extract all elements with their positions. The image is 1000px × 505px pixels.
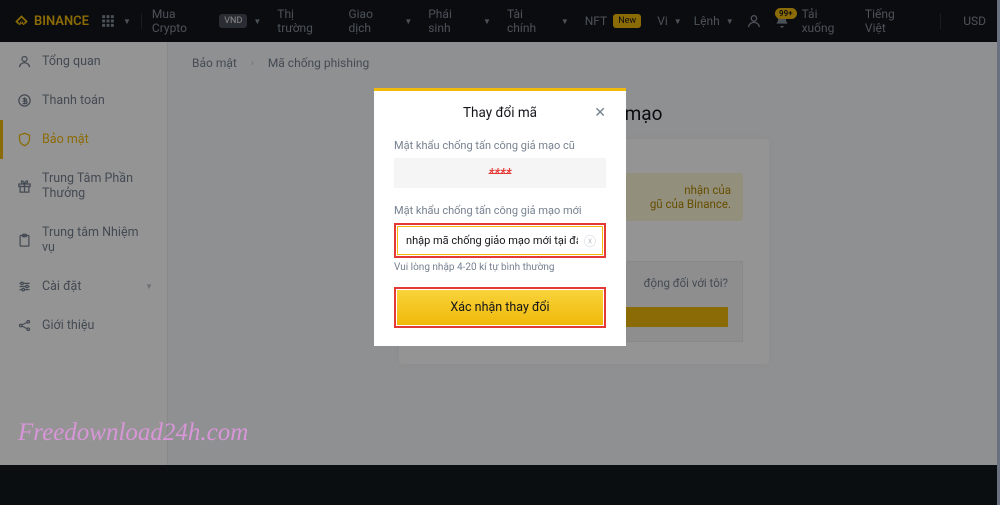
confirm-change-button[interactable]: Xác nhận thay đổi [397,290,603,325]
old-password-display: **** [394,158,606,188]
close-icon[interactable]: ✕ [594,105,606,121]
footer-bar [0,465,1000,505]
clear-input-icon[interactable]: ⓧ [584,232,596,249]
input-hint: Vui lòng nhập 4-20 kí tự bình thường [394,262,606,273]
modal-title: Thay đổi mã [463,105,537,121]
change-code-modal: Thay đổi mã ✕ Mật khẩu chống tấn công gi… [374,88,626,346]
watermark-text: Freedownload24h.com [18,419,248,447]
old-password-value: **** [489,166,512,181]
new-password-label: Mật khẩu chống tấn công giả mạo mới [394,204,606,217]
old-password-label: Mật khẩu chống tấn công giả mạo cũ [394,139,606,152]
confirm-wrapper: Xác nhận thay đổi [394,287,606,328]
new-password-input[interactable] [397,226,603,255]
new-password-wrapper: ⓧ [394,223,606,258]
modal-header: Thay đổi mã ✕ [394,105,606,121]
